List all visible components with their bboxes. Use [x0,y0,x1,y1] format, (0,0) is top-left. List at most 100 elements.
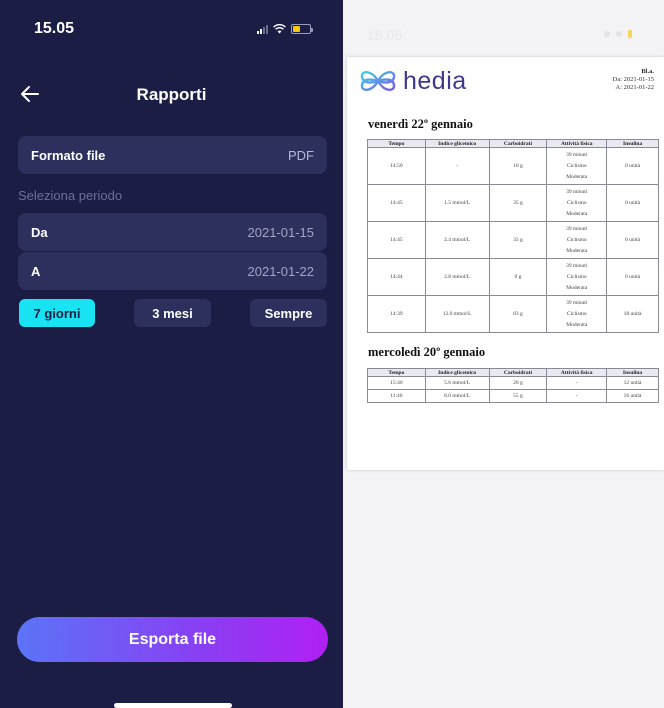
report-meta: Bl.a. Da: 2021-01-15 A: 2021-01-22 [613,68,654,92]
reports-screen: 15.05 Rapporti Formato file PDF Selezion… [0,0,343,708]
status-bar: 15.05 [343,0,664,50]
activity-duration: 39 minuti [566,151,588,158]
report-to-date: A: 2021-01-22 [615,84,654,91]
column-header: Tempo [367,368,426,377]
activity-type: Ciclismo [566,273,587,280]
time-cell: 14:45 [367,184,426,222]
column-header: Indice glicemico [424,368,490,377]
activity-cell: 39 minuti Ciclismo Moderata [546,147,608,185]
column-header: Carboidrati [488,368,548,377]
activity-cell: 39 minuti Ciclismo Moderata [546,295,608,333]
signal-icon [257,24,268,34]
table-row: 15:40 5.6 mmol/L 20 g - 12 unità [367,376,659,390]
hedia-logo-icon [360,71,396,91]
file-format-label: Formato file [31,147,106,163]
activity-duration: 39 minuti [566,262,588,269]
activity-cell: 39 minuti Ciclismo Moderata [546,184,608,222]
column-header: Insulina [606,368,659,377]
period-3-months-button[interactable]: 3 mesi [134,299,211,327]
status-time: 15.05 [367,27,403,43]
export-file-button[interactable]: Esporta file [17,617,328,662]
table-row: 14:44 2.8 mmol/L 0 g 39 minuti Ciclismo Mo… [367,258,659,296]
carbs-cell: 10 g [488,147,548,185]
column-header: Carboidrati [488,139,548,148]
day-log-table: Tempo Indice glicemico Carboidrati Attiv… [367,139,659,333]
day-title: mercoledì 20º gennaio [368,345,486,359]
table-header-row: Tempo Indice glicemico Carboidrati Attiv… [367,139,659,148]
date-from-label: Da [31,224,48,240]
carbs-cell: 33 g [488,221,548,259]
status-icons [257,24,313,34]
table-header-row: Tempo Indice glicemico Carboidrati Attiv… [367,368,659,377]
insulin-cell: 16 unità [606,389,659,403]
carbs-cell: 83 g [488,295,548,333]
activity-intensity: Moderata [566,284,588,291]
insulin-cell: 0 unità [606,221,659,259]
activity-cell: 39 minuti Ciclismo Moderata [546,258,608,296]
activity-intensity: Moderata [566,247,588,254]
column-header: Attività fisica [546,139,608,148]
activity-type: Ciclismo [566,236,587,243]
time-cell: 14:50 [367,147,426,185]
date-to-row[interactable]: A 2021-01-22 [18,252,327,290]
insulin-cell: 0 unità [606,258,659,296]
carbs-cell: 20 g [488,376,548,390]
activity-cell: - [546,389,608,403]
activity-intensity: Moderata [566,173,588,180]
status-time: 15.05 [34,20,75,37]
carbs-cell: 55 g [488,389,548,403]
activity-duration: 39 minuti [566,188,588,195]
activity-type: Ciclismo [566,310,587,317]
activity-cell: 39 minuti Ciclismo Moderata [546,221,608,259]
signal-icon [604,31,610,37]
glycemic-cell: - [424,147,490,185]
glycemic-cell: 5.6 mmol/L [424,376,490,390]
activity-cell: - [546,376,608,390]
glycemic-cell: 2.4 mmol/L [424,221,490,259]
insulin-cell: 0 unità [606,147,659,185]
time-cell: 14:45 [367,221,426,259]
pdf-document[interactable]: hedia Bl.a. Da: 2021-01-15 A: 2021-01-22… [347,57,664,470]
page-title: Rapporti [136,85,207,104]
period-7-days-button[interactable]: 7 giorni [19,299,95,327]
home-indicator [114,703,232,708]
table-row: 14:39 12.0 mmol/L 83 g 39 minuti Ciclismo… [367,295,659,333]
file-format-row[interactable]: Formato file PDF [18,136,327,174]
column-header: Attività fisica [546,368,608,377]
column-header: Insulina [606,139,659,148]
activity-duration: 39 minuti [566,299,588,306]
table-row: 14:45 2.4 mmol/L 33 g 39 minuti Ciclismo M… [367,221,659,259]
insulin-cell: 0 unità [606,184,659,222]
battery-icon [291,24,313,34]
table-row: 14:50 - 10 g 39 minuti Ciclismo Moderata 0… [367,147,659,185]
table-row: 14:45 1.5 mmol/L 35 g 39 minuti Ciclismo M… [367,184,659,222]
activity-type: Ciclismo [566,199,587,206]
time-cell: 15:40 [367,376,426,390]
glycemic-cell: 12.0 mmol/L [424,295,490,333]
activity-duration: 39 minuti [566,225,588,232]
day-log-table: Tempo Indice glicemico Carboidrati Attiv… [367,368,659,403]
insulin-cell: 18 unità [606,295,659,333]
column-header: Indice glicemico [424,139,490,148]
column-header: Tempo [367,139,426,148]
date-from-value: 2021-01-15 [247,224,315,240]
status-icons [604,30,632,38]
time-cell: 14:44 [367,258,426,296]
table-row: 11:40 8.0 mmol/L 55 g - 16 unità [367,389,659,403]
report-from-date: Da: 2021-01-15 [612,76,654,83]
hedia-logo: hedia [359,66,467,96]
battery-icon [628,30,632,38]
activity-intensity: Moderata [566,210,588,217]
period-always-button[interactable]: Sempre [250,299,327,327]
period-section-label: Seleziona periodo [18,188,123,203]
date-from-row[interactable]: Da 2021-01-15 [18,213,327,251]
file-format-value: PDF [288,147,314,163]
glycemic-cell: 8.0 mmol/L [424,389,490,403]
glycemic-cell: 2.8 mmol/L [424,258,490,296]
pdf-preview-screen: 15.05 hedia Bl.a. Da: 2021-01-15 A: 2021… [343,0,664,708]
brand-name: hedia [403,66,467,95]
patient-name: Bl.a. [641,68,654,75]
carbs-cell: 35 g [488,184,548,222]
time-cell: 14:39 [367,295,426,333]
wifi-icon [616,31,622,37]
